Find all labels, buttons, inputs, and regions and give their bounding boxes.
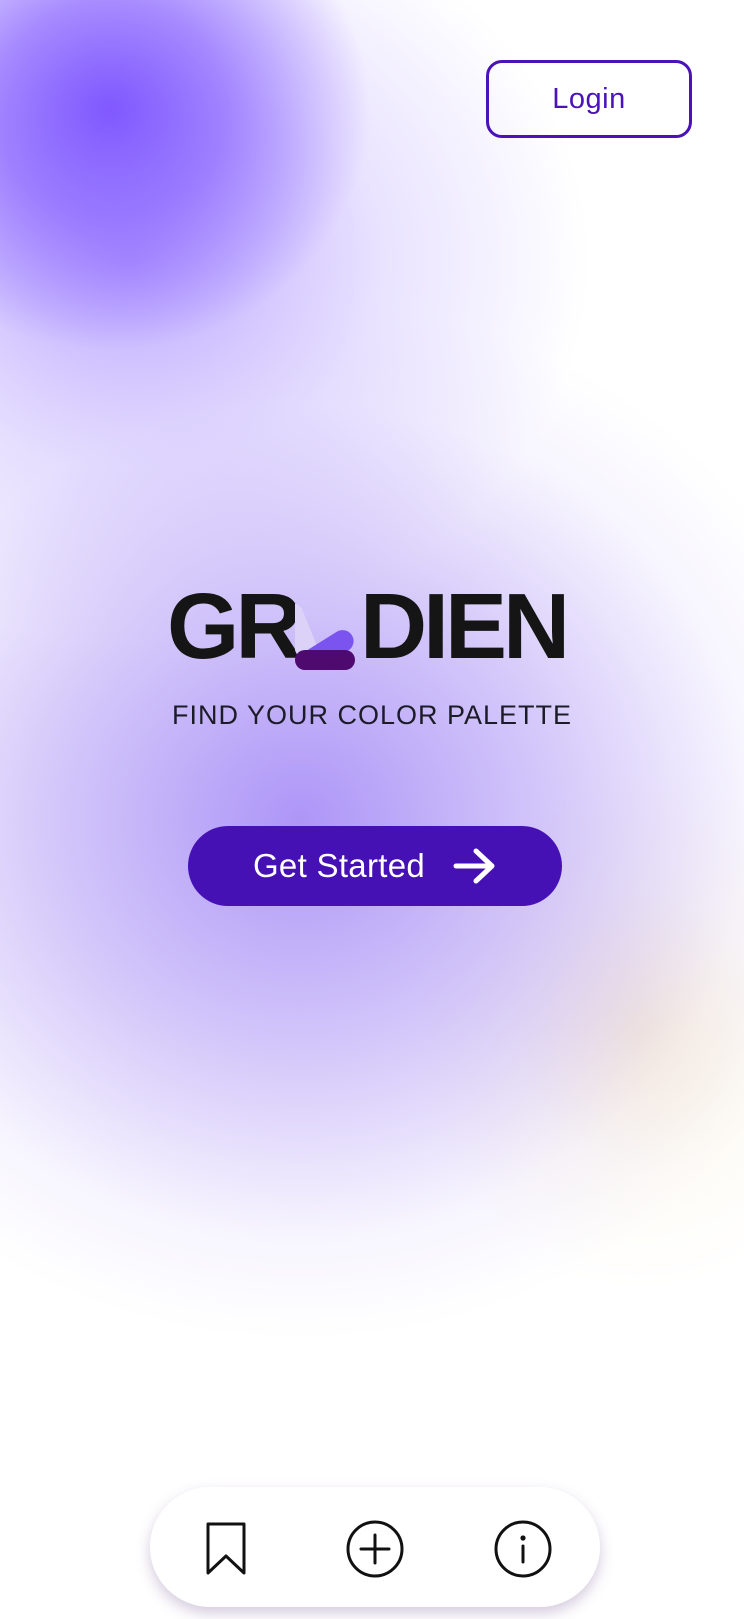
login-button-label: Login bbox=[552, 82, 626, 115]
gradient-background bbox=[0, 0, 744, 1619]
bottom-nav bbox=[150, 1487, 600, 1607]
app-logo: GR DIEN bbox=[167, 574, 581, 678]
arrow-right-icon bbox=[453, 848, 495, 884]
plus-circle-icon bbox=[346, 1520, 404, 1578]
get-started-label: Get Started bbox=[252, 847, 426, 884]
swatch-dark bbox=[295, 650, 355, 670]
info-icon bbox=[494, 1520, 552, 1578]
palette-swatch-icon bbox=[295, 603, 355, 670]
login-button[interactable]: Login bbox=[486, 60, 692, 138]
logo-text-right: DIEN bbox=[360, 574, 570, 678]
bookmark-icon bbox=[206, 1522, 246, 1575]
nav-info-button[interactable] bbox=[491, 1517, 555, 1581]
logo-text-left: GR bbox=[167, 574, 302, 678]
nav-saved-button[interactable] bbox=[194, 1517, 258, 1581]
nav-create-button[interactable] bbox=[343, 1517, 407, 1581]
tagline: FIND YOUR COLOR PALETTE bbox=[171, 700, 573, 730]
get-started-button[interactable]: Get Started bbox=[188, 826, 562, 906]
